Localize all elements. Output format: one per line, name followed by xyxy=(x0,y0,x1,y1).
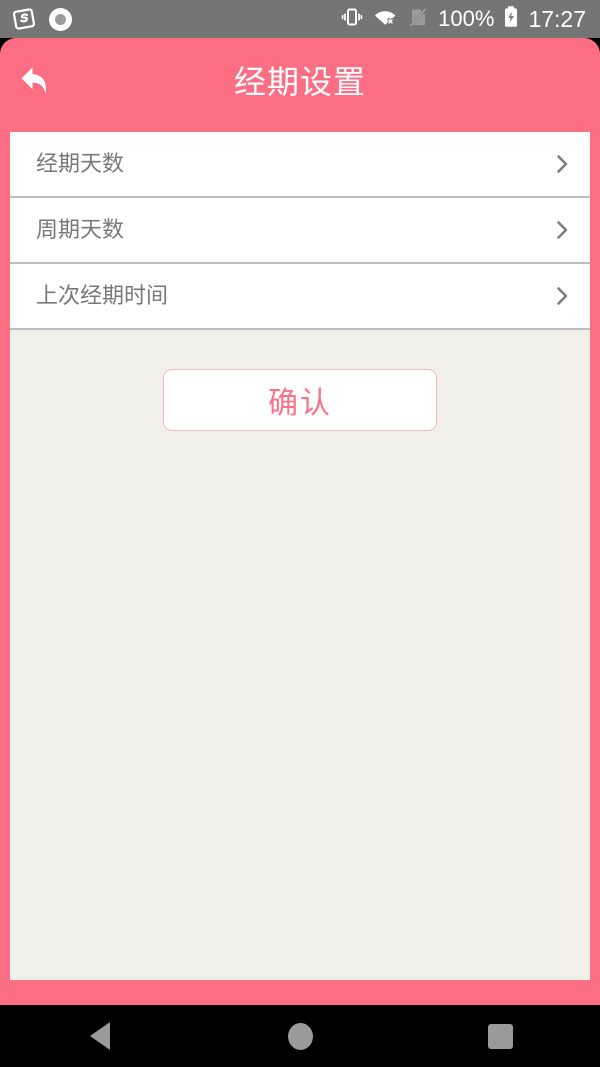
clock-label: 17:27 xyxy=(528,5,586,32)
status-bar-left-icons xyxy=(12,7,72,31)
app-card: 经期设置 经期天数 周期天数 上次经期时间 确认 xyxy=(0,38,600,1005)
wifi-off-icon xyxy=(373,5,398,34)
confirm-button-container: 确认 xyxy=(10,369,590,431)
page-title: 经期设置 xyxy=(233,64,366,100)
vibrate-icon xyxy=(340,5,364,34)
nav-recents-button[interactable] xyxy=(400,1005,600,1067)
setting-label: 周期天数 xyxy=(36,217,125,242)
battery-percent-label: 100% xyxy=(438,6,495,31)
nav-recents-square-icon xyxy=(487,1023,513,1049)
chevron-right-icon xyxy=(550,152,574,176)
setting-row-period-days[interactable]: 经期天数 xyxy=(10,132,590,198)
no-sim-icon xyxy=(407,5,429,34)
status-bar: 100% 17:27 xyxy=(0,0,600,38)
app-header: 经期设置 xyxy=(0,38,600,132)
settings-list: 经期天数 周期天数 上次经期时间 xyxy=(10,132,590,330)
setting-row-cycle-days[interactable]: 周期天数 xyxy=(10,198,590,264)
confirm-button[interactable]: 确认 xyxy=(163,369,437,431)
chevron-right-icon xyxy=(550,284,574,308)
chevron-right-icon xyxy=(550,218,574,242)
setting-label: 上次经期时间 xyxy=(36,283,169,308)
nav-home-circle-icon xyxy=(287,1022,313,1050)
content-area: 经期天数 周期天数 上次经期时间 确认 xyxy=(10,132,590,980)
sogou-input-icon xyxy=(12,7,36,31)
setting-row-last-period-date[interactable]: 上次经期时间 xyxy=(10,264,590,330)
nav-back-button[interactable] xyxy=(0,1005,200,1067)
battery-charging-icon xyxy=(503,5,519,34)
nav-back-triangle-icon xyxy=(90,1022,110,1050)
nav-home-button[interactable] xyxy=(200,1005,400,1067)
screen-recorder-icon xyxy=(49,7,72,31)
android-nav-bar xyxy=(0,1005,600,1067)
status-bar-right-icons: 100% 17:27 xyxy=(340,5,586,34)
setting-label: 经期天数 xyxy=(36,151,125,176)
